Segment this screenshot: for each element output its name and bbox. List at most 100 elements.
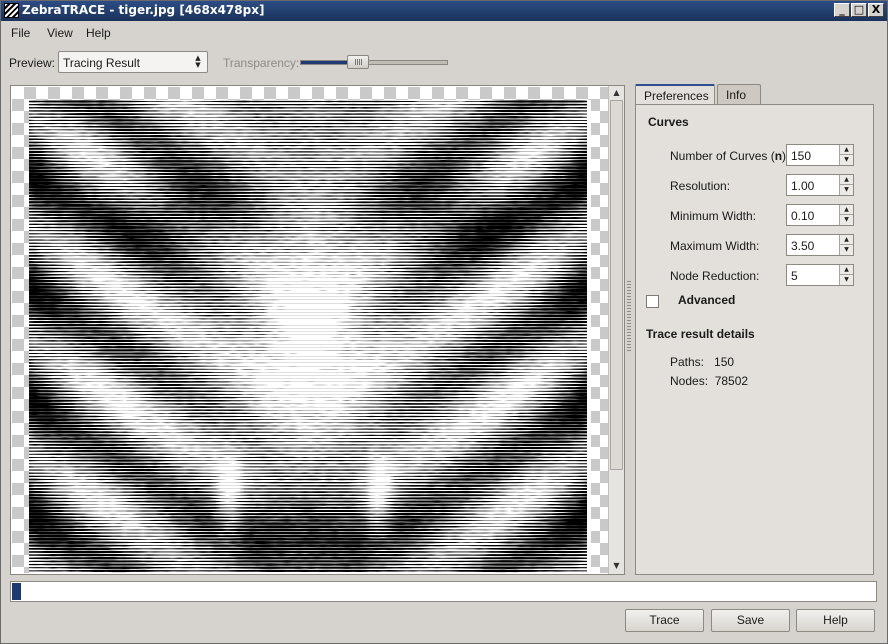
trace-curve	[29, 493, 587, 497]
vertical-scrollbar[interactable]: ▲ ▼	[608, 86, 624, 574]
decrement-icon[interactable]: ▼	[840, 185, 853, 195]
trace-button[interactable]: Trace	[625, 609, 704, 632]
trace-curve	[29, 175, 587, 179]
increment-icon[interactable]: ▲	[840, 145, 853, 155]
node-reduction-value: 5	[791, 269, 798, 283]
advanced-label[interactable]: Advanced	[678, 293, 735, 307]
trace-curve	[29, 106, 587, 110]
trace-curve	[29, 411, 587, 415]
preferences-panel: Curves Number of Curves (n): 150 ▲ ▼ Res…	[635, 104, 874, 575]
trace-curve	[29, 188, 587, 192]
trace-curve	[29, 311, 587, 315]
panel-splitter[interactable]	[627, 281, 631, 351]
trace-curve	[29, 197, 587, 201]
trace-curve	[29, 560, 587, 563]
preview-canvas[interactable]: ▲ ▼	[10, 85, 625, 575]
trace-curve	[29, 301, 587, 305]
decrement-icon[interactable]: ▼	[840, 155, 853, 165]
trace-curve	[29, 229, 587, 233]
trace-curve	[29, 443, 587, 447]
trace-curve	[29, 355, 587, 358]
trace-curve	[29, 184, 587, 189]
trace-curve	[29, 225, 587, 230]
menu-view[interactable]: View	[47, 26, 73, 40]
stepper-buttons: ▲ ▼	[839, 175, 853, 195]
trace-curve	[29, 515, 587, 519]
scroll-up-icon[interactable]: ▲	[611, 87, 622, 99]
increment-icon[interactable]: ▲	[840, 265, 853, 275]
trace-curve	[29, 327, 587, 330]
menu-help[interactable]: Help	[86, 26, 111, 40]
close-button[interactable]: X	[868, 3, 884, 17]
scroll-down-icon[interactable]: ▼	[611, 560, 622, 572]
trace-curve	[29, 537, 587, 541]
progress-fill	[12, 583, 21, 600]
trace-curve	[29, 569, 587, 573]
trace-curve	[29, 169, 587, 173]
maximize-button[interactable]: □	[851, 3, 867, 17]
paths-value: 150	[714, 355, 735, 369]
trace-curve	[29, 282, 587, 286]
toolbar: Preview: Tracing Result ▲ ▼ Transparency:	[1, 45, 887, 79]
decrement-icon[interactable]: ▼	[840, 215, 853, 225]
trace-curve	[29, 453, 587, 456]
stepper-buttons: ▲ ▼	[839, 265, 853, 285]
trace-curve	[29, 200, 587, 204]
advanced-checkbox[interactable]	[646, 295, 659, 308]
scroll-thumb[interactable]	[610, 100, 623, 470]
trace-curve	[29, 408, 587, 412]
minimize-button[interactable]: _	[834, 3, 850, 17]
trace-curve	[29, 122, 587, 125]
trace-curve	[29, 465, 587, 469]
trace-details-title: Trace result details	[646, 327, 755, 341]
save-button[interactable]: Save	[711, 609, 790, 632]
tab-preferences[interactable]: Preferences	[635, 84, 715, 105]
increment-icon[interactable]: ▲	[840, 205, 853, 215]
trace-curve	[29, 361, 587, 365]
trace-curve	[29, 125, 587, 128]
curves-section-title: Curves	[648, 115, 689, 129]
nodes-detail: Nodes: 78502	[670, 374, 748, 388]
paths-label: Paths:	[670, 355, 705, 369]
trace-curve	[29, 103, 587, 106]
trace-curve	[29, 534, 587, 538]
transparency-slider[interactable]	[300, 55, 448, 69]
trace-curve	[29, 405, 587, 409]
trace-curve	[29, 314, 587, 318]
maximum-width-stepper[interactable]: 3.50 ▲ ▼	[786, 234, 854, 256]
trace-curve	[29, 566, 587, 569]
trace-curve	[29, 528, 587, 532]
title-bar[interactable]: ZebraTRACE - tiger.jpg [468x478px] _ □ X	[1, 1, 887, 21]
trace-curve	[29, 323, 587, 327]
trace-curve	[29, 213, 587, 217]
menu-file[interactable]: File	[11, 26, 30, 40]
trace-curve	[29, 295, 587, 299]
minimum-width-stepper[interactable]: 0.10 ▲ ▼	[786, 204, 854, 226]
decrement-icon[interactable]: ▼	[840, 245, 853, 255]
slider-thumb[interactable]	[347, 55, 369, 69]
preview-label: Preview:	[9, 56, 56, 70]
trace-curve	[29, 349, 587, 352]
increment-icon[interactable]: ▲	[840, 235, 853, 245]
node-reduction-stepper[interactable]: 5 ▲ ▼	[786, 264, 854, 286]
trace-curve	[29, 336, 587, 339]
resolution-value: 1.00	[791, 179, 815, 193]
trace-curve	[29, 459, 587, 462]
help-button[interactable]: Help	[796, 609, 875, 632]
tab-info[interactable]: Info	[717, 84, 761, 104]
trace-curve	[29, 484, 587, 488]
number-of-curves-stepper[interactable]: 150 ▲ ▼	[786, 144, 854, 166]
resolution-stepper[interactable]: 1.00 ▲ ▼	[786, 174, 854, 196]
decrement-icon[interactable]: ▼	[840, 275, 853, 285]
trace-curve	[29, 386, 587, 390]
trace-curve	[29, 288, 587, 293]
trace-curve	[29, 260, 587, 264]
trace-curve	[29, 153, 587, 157]
increment-icon[interactable]: ▲	[840, 175, 853, 185]
trace-curve	[29, 128, 587, 132]
trace-curve	[29, 481, 587, 484]
trace-curve	[29, 371, 587, 374]
trace-curve	[29, 162, 587, 167]
preview-select[interactable]: Tracing Result ▲ ▼	[58, 51, 208, 73]
trace-curve	[29, 333, 587, 336]
